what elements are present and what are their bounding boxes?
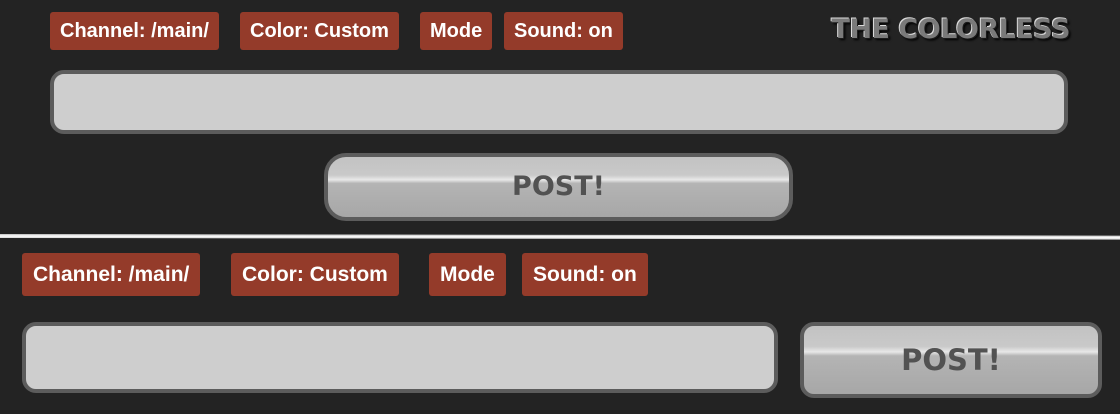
mode-button[interactable]: Mode	[429, 253, 506, 296]
message-input[interactable]	[50, 70, 1068, 134]
mode-button[interactable]: Mode	[420, 12, 493, 50]
color-button[interactable]: Color: Custom	[240, 12, 399, 50]
site-logo: THE COLORLESS	[831, 14, 1071, 45]
sound-button[interactable]: Sound: on	[522, 253, 648, 296]
channel-button[interactable]: Channel: /main/	[22, 253, 201, 296]
color-button[interactable]: Color: Custom	[231, 253, 399, 296]
post-button[interactable]: POST!	[324, 153, 793, 221]
channel-button[interactable]: Channel: /main/	[50, 12, 219, 50]
sound-button[interactable]: Sound: on	[504, 12, 623, 50]
post-button[interactable]: POST!	[800, 322, 1102, 398]
panel-divider	[0, 234, 1120, 240]
message-input[interactable]	[22, 322, 778, 393]
